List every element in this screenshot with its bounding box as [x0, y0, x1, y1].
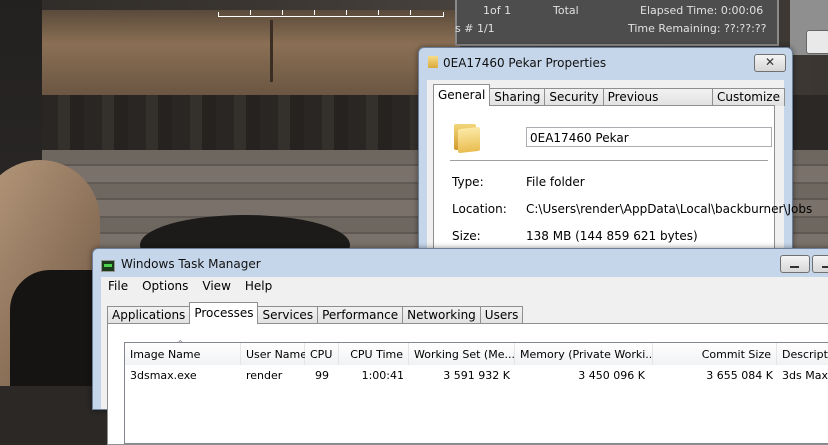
size-value: 138 MB (144 859 621 bytes) — [526, 229, 698, 243]
tab-security[interactable]: Security — [544, 88, 604, 106]
column-working-set[interactable]: Working Set (Me... — [409, 343, 515, 365]
frames-count: 1of 1 — [483, 4, 512, 17]
close-button[interactable]: ✕ — [754, 54, 786, 72]
tab-performance[interactable]: Performance — [317, 306, 404, 324]
properties-tabs: General Sharing Security Previous Versio… — [433, 84, 785, 121]
background-window-button[interactable] — [806, 30, 828, 54]
scene-wooden-shelf — [40, 10, 460, 95]
ruler-tick — [314, 10, 315, 15]
process-private-memory: 3 450 096 K — [578, 369, 645, 382]
ruler-tick — [410, 10, 411, 15]
tab-sharing[interactable]: Sharing — [489, 88, 546, 106]
process-list[interactable]: ^ Image Name User Name CPU CPU Time Work… — [124, 339, 828, 444]
type-label: Type: — [452, 175, 484, 189]
column-private-memory[interactable]: Memory (Private Worki... — [515, 343, 656, 365]
process-user: render — [246, 369, 283, 382]
tab-applications[interactable]: Applications — [107, 306, 191, 324]
divider — [450, 160, 768, 161]
tab-previous-versions[interactable]: Previous Versions — [602, 88, 713, 121]
column-commit-size[interactable]: Commit Size — [653, 343, 777, 365]
menu-options[interactable]: Options — [135, 277, 195, 295]
location-value: C:\Users\render\AppData\Local\backburner… — [526, 202, 813, 216]
window-title: 0EA17460 Pekar Properties — [443, 56, 607, 70]
process-cpu: 99 — [315, 369, 329, 382]
task-count: s # 1/1 — [455, 22, 495, 35]
ruler-tick — [282, 10, 283, 15]
minimize-button[interactable] — [780, 255, 810, 273]
tab-customize[interactable]: Customize — [712, 88, 785, 106]
maximize-button[interactable] — [812, 255, 828, 273]
tab-users[interactable]: Users — [479, 306, 524, 324]
task-manager-client: File Options View Help Applications Proc… — [101, 277, 828, 445]
tab-processes[interactable]: Processes — [189, 302, 259, 324]
process-commit-size: 3 655 084 K — [706, 369, 773, 382]
size-label: Size: — [452, 229, 481, 243]
process-cpu-time: 1:00:41 — [361, 369, 404, 382]
total-label: Total — [553, 4, 579, 17]
menu-view[interactable]: View — [195, 277, 237, 295]
processes-page: ^ Image Name User Name CPU CPU Time Work… — [107, 323, 828, 445]
scene-stone-wall — [40, 95, 460, 150]
render-progress-panel: 1of 1 Total Elapsed Time: 0:00:06 s # 1/… — [455, 0, 779, 46]
folder-icon — [428, 56, 438, 68]
time-remaining: Time Remaining: ??:??:?? — [628, 22, 767, 35]
tab-services[interactable]: Services — [257, 306, 319, 324]
window-title: Windows Task Manager — [121, 257, 261, 271]
folder-icon — [454, 122, 480, 154]
process-working-set: 3 591 932 K — [443, 369, 510, 382]
process-image: 3dsmax.exe — [130, 369, 197, 382]
scene-shelf-divider — [270, 20, 273, 82]
ruler-tick — [346, 10, 347, 15]
menu-help[interactable]: Help — [238, 277, 279, 295]
tab-networking[interactable]: Networking — [402, 306, 481, 324]
process-description: 3ds Max — [782, 369, 828, 382]
column-cpu-time[interactable]: CPU Time — [339, 343, 409, 365]
ruler-tick — [378, 10, 379, 15]
column-image-name[interactable]: ^ Image Name — [125, 339, 241, 365]
tab-general[interactable]: General — [433, 84, 491, 106]
column-description[interactable]: Descriptio — [777, 343, 828, 365]
column-user-name[interactable]: User Name — [241, 343, 307, 365]
sort-ascending-icon: ^ — [177, 339, 184, 348]
menu-bar: File Options View Help — [101, 277, 279, 295]
task-manager-icon — [101, 260, 115, 272]
elapsed-time: Elapsed Time: 0:00:06 — [640, 4, 764, 17]
task-manager-tabs: Applications Processes Services Performa… — [107, 302, 524, 324]
folder-name-input[interactable]: 0EA17460 Pekar — [526, 127, 772, 147]
menu-file[interactable]: File — [101, 277, 135, 295]
location-label: Location: — [452, 202, 507, 216]
ruler-tick — [250, 10, 251, 15]
column-cpu[interactable]: CPU — [305, 343, 339, 365]
type-value: File folder — [526, 175, 585, 189]
